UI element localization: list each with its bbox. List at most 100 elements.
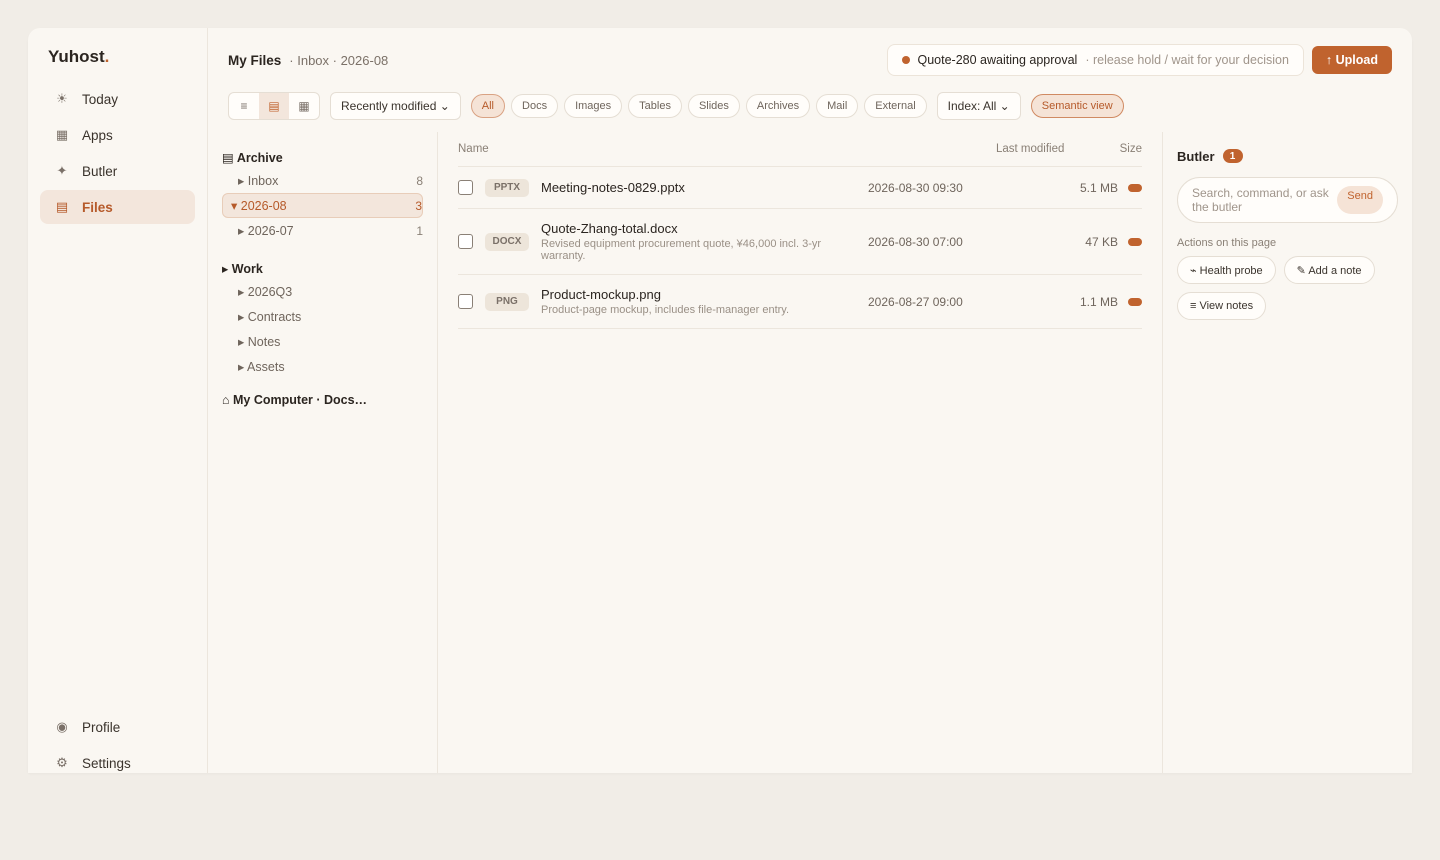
toolbar: ≡ ▤ ▦ Recently modified ⌄ All Docs Image… — [228, 92, 1130, 120]
tree-count: 1 — [416, 223, 423, 238]
row-checkbox[interactable] — [458, 180, 473, 195]
nav-label-today: Today — [82, 91, 119, 107]
app-window: Yuhost. ☀ Today ▦ Apps ✦ Butler ▤ Files ◉ Pro… — [28, 28, 1412, 773]
column-name[interactable]: Name — [458, 143, 812, 155]
brand-dot: . — [104, 47, 110, 66]
file-modified: 2026-08-27 09:00 — [868, 294, 963, 309]
tree-label: ▸ 2026-07 — [238, 224, 294, 238]
nav-label-profile: Profile — [82, 719, 121, 735]
tree-item-contracts[interactable]: ▸ Contracts — [222, 304, 423, 329]
nav-label-settings: Settings — [82, 755, 131, 771]
sort-dropdown[interactable]: Recently modified ⌄ — [330, 92, 461, 120]
file-type-badge: PNG — [485, 292, 529, 311]
tree-item-assets[interactable]: ▸ Assets — [222, 354, 423, 379]
tree-group-work[interactable]: ▸ Work — [222, 257, 423, 279]
filter-chip-all[interactable]: All — [470, 94, 506, 118]
main-nav: ☀ Today ▦ Apps ✦ Butler ▤ Files — [40, 82, 195, 226]
tree-group-archive[interactable]: ▤ Archive — [222, 146, 423, 168]
grid-icon: ▦ — [55, 127, 69, 142]
filter-chip-tables[interactable]: Tables — [628, 94, 682, 118]
page-actions: ⌁ Health probe ✎ Add a note ≡ View notes — [1177, 256, 1398, 328]
profile-icon: ◉ — [56, 719, 68, 734]
filter-chip-slides[interactable]: Slides — [687, 94, 740, 118]
index-dropdown[interactable]: Index: All ⌄ — [936, 92, 1021, 120]
notification-badge: 1 — [1222, 149, 1243, 163]
view-notes-button[interactable]: ≡ View notes — [1177, 292, 1267, 320]
semantic-view-button[interactable]: Semantic view — [1030, 94, 1124, 118]
butler-input[interactable]: Search, command, or ask the butler Send — [1177, 177, 1398, 223]
nav-item-settings[interactable]: ⚙ Settings — [40, 746, 195, 773]
tree-item-2026-07[interactable]: ▸ 2026-07 1 — [222, 218, 423, 243]
table-row[interactable]: DOCX Quote-Zhang-total.docx Revised equi… — [458, 209, 1142, 275]
tree-item-inbox[interactable]: ▸ Inbox 8 — [222, 168, 423, 193]
status-dot-icon — [901, 56, 910, 64]
tree-label: ▸ Contracts — [238, 310, 302, 324]
breadcrumb: · Inbox · 2026-08 — [289, 52, 389, 68]
tree-count: 8 — [416, 173, 423, 188]
tree-label: ▸ Assets — [238, 360, 285, 374]
tree-label: ▸ Inbox — [238, 174, 279, 188]
list-view-icon[interactable]: ≡ — [229, 93, 259, 119]
filter-chip-external[interactable]: External — [864, 94, 927, 118]
file-status-indicator — [1128, 237, 1142, 246]
nav-label-butler: Butler — [82, 163, 118, 179]
tree-item-notes[interactable]: ▸ Notes — [222, 329, 423, 354]
column-size[interactable]: Size — [1042, 143, 1142, 155]
tree-item-2026q3[interactable]: ▸ 2026Q3 — [222, 279, 423, 304]
file-size: 47 KB — [1085, 234, 1118, 249]
table-row[interactable]: PPTX Meeting-notes-0829.pptx 2026-08-30 … — [458, 167, 1142, 209]
file-name[interactable]: Meeting-notes-0829.pptx — [541, 180, 868, 195]
view-mode-toggle: ≡ ▤ ▦ — [228, 92, 320, 120]
upload-button[interactable]: ↑ Upload — [1311, 46, 1392, 74]
table-row[interactable]: PNG Product-mockup.png Product-page mock… — [458, 275, 1142, 329]
nav-item-apps[interactable]: ▦ Apps — [40, 118, 195, 152]
filter-chip-mail[interactable]: Mail — [816, 94, 859, 118]
filter-chip-docs[interactable]: Docs — [511, 94, 559, 118]
file-name-cell: Product-mockup.png Product-page mockup, … — [541, 287, 868, 316]
file-description: Revised equipment procurement quote, ¥46… — [541, 238, 822, 262]
brand-logo: Yuhost. — [48, 47, 109, 67]
filter-chip-images[interactable]: Images — [564, 94, 623, 118]
nav-label-files: Files — [82, 199, 113, 215]
file-type-badge: PPTX — [485, 178, 529, 197]
file-name-cell: Meeting-notes-0829.pptx — [541, 180, 868, 195]
nav-item-profile[interactable]: ◉ Profile — [40, 710, 195, 744]
file-list-header: Name Last modified Size — [458, 132, 1142, 167]
tree-label: ▾ 2026-08 — [231, 199, 287, 213]
file-type-badge: DOCX — [485, 232, 529, 251]
file-name-cell: Quote-Zhang-total.docx Revised equipment… — [541, 221, 868, 262]
top-bar: My Files · Inbox · 2026-08 Quote-280 awa… — [228, 44, 1392, 76]
filter-chip-archives[interactable]: Archives — [745, 94, 811, 118]
nav-label-apps: Apps — [82, 127, 113, 143]
approval-banner[interactable]: Quote-280 awaiting approval · release ho… — [886, 44, 1304, 76]
nav-item-files[interactable]: ▤ Files — [40, 190, 195, 224]
gear-icon: ⚙ — [56, 755, 68, 770]
butler-header: Butler 1 — [1177, 147, 1398, 165]
nav-item-butler[interactable]: ✦ Butler — [40, 154, 195, 188]
tree-item-2026-08[interactable]: ▾ 2026-08 3 — [222, 193, 423, 218]
sparkle-icon: ✦ — [56, 163, 68, 178]
sun-icon: ☀ — [56, 91, 68, 106]
add-note-button[interactable]: ✎ Add a note — [1283, 256, 1375, 284]
file-status-indicator — [1128, 297, 1142, 306]
send-button[interactable]: Send — [1337, 186, 1383, 214]
row-checkbox[interactable] — [458, 234, 473, 249]
butler-panel: Butler 1 Search, command, or ask the but… — [1162, 132, 1412, 773]
actions-label: Actions on this page — [1177, 237, 1277, 249]
column-modified[interactable]: Last modified — [812, 143, 1064, 155]
nav-item-today[interactable]: ☀ Today — [40, 82, 195, 116]
file-status-indicator — [1128, 183, 1142, 192]
detail-view-icon[interactable]: ▤ — [259, 93, 289, 119]
health-probe-button[interactable]: ⌁ Health probe — [1177, 256, 1276, 284]
butler-input-placeholder: Search, command, or ask the butler — [1192, 186, 1329, 214]
brand-name: Yuhost — [48, 47, 105, 66]
sidebar: Yuhost. ☀ Today ▦ Apps ✦ Butler ▤ Files ◉ Pro… — [28, 28, 208, 773]
file-name[interactable]: Quote-Zhang-total.docx — [541, 221, 868, 236]
bottom-nav: ◉ Profile ⚙ Settings — [40, 710, 195, 773]
tree-count: 3 — [415, 198, 422, 213]
row-checkbox[interactable] — [458, 294, 473, 309]
file-name[interactable]: Product-mockup.png — [541, 287, 868, 302]
grid-view-icon[interactable]: ▦ — [289, 93, 319, 119]
tree-group-my-computer[interactable]: ⌂ My Computer · Docs… — [222, 389, 423, 411]
page-title[interactable]: My Files — [228, 53, 281, 68]
